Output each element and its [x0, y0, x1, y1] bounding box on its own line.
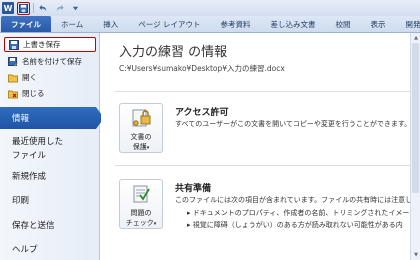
scrollbar-thumb[interactable] [412, 43, 419, 193]
protect-document-label-line1: 文書の [130, 133, 152, 141]
nav-recent-label-line2: ファイル [12, 151, 47, 161]
protect-document-label-line2: 保護 [132, 143, 147, 151]
divider [115, 91, 415, 92]
close-command-label: 閉じる [22, 89, 45, 98]
save-command-label: 上書き保存 [23, 40, 61, 49]
nav-save-send[interactable]: 保存と送信 [0, 219, 100, 231]
lock-key-icon [130, 108, 152, 130]
undo-icon[interactable] [37, 2, 50, 15]
document-path: C:¥Users¥sumako¥Desktop¥入力の練習.docx [119, 64, 285, 73]
open-folder-icon [8, 73, 18, 83]
divider [115, 165, 415, 166]
prepare-sharing-text: このファイルには次の項目が含まれています。ファイルの共有時には注意し [175, 196, 413, 204]
tab-references[interactable]: 参考資料 [211, 16, 261, 32]
nav-info[interactable]: 情報 [0, 107, 104, 129]
scroll-up-icon[interactable]: ▲ [412, 34, 420, 42]
backstage-nav: 上書き保存 名前を付けて保存 開く 閉じる 情報 最近使用した ファイル 新規作… [0, 33, 104, 260]
prepare-sharing-heading: 共有準備 [175, 184, 212, 194]
nav-recent[interactable]: 最近使用した ファイル [0, 135, 100, 161]
permissions-text: すべてのユーザーがこの文書を開いてコピーや変更を行うことができます。 [175, 120, 412, 128]
redo-icon[interactable] [53, 2, 66, 15]
word-app-icon[interactable]: W [2, 2, 14, 14]
customize-toolbar-icon[interactable] [69, 2, 82, 15]
prepare-bullet: ▸ ドキュメントのプロパティ、作成者の名前、トリミングされたイメージ デ [187, 208, 420, 218]
check-issues-caret: ▾ [153, 221, 157, 227]
prepare-bullet-text: 視覚に障碍（しょうがい）のある方が読み取れない可能性がある内 [192, 221, 403, 229]
tab-view[interactable]: 表示 [361, 16, 396, 32]
open-command[interactable]: 開く [4, 70, 96, 85]
save-command[interactable]: 上書き保存 [4, 37, 96, 52]
vertical-scrollbar[interactable]: ▲ ▼ [410, 33, 420, 260]
quick-save-icon[interactable] [17, 1, 30, 15]
info-panel: 入力の練習 の情報 C:¥Users¥sumako¥Desktop¥入力の練習.… [101, 33, 420, 260]
save-as-command-label: 名前を付けて保存 [22, 57, 82, 66]
tab-page-layout[interactable]: ページ レイアウト [128, 16, 210, 32]
nav-info-label: 情報 [12, 114, 30, 124]
save-as-command[interactable]: 名前を付けて保存 [4, 54, 96, 69]
check-for-issues-button[interactable]: 問題の チェック▾ [119, 179, 163, 229]
tab-home[interactable]: ホーム [51, 16, 93, 32]
save-icon [9, 39, 19, 50]
check-issues-label-line2: チェック [125, 219, 154, 227]
tab-review[interactable]: 校閲 [326, 16, 361, 32]
inspect-document-icon [130, 184, 152, 206]
nav-new[interactable]: 新規作成 [0, 170, 100, 182]
nav-help[interactable]: ヘルプ [0, 243, 100, 255]
tab-mailings[interactable]: 差し込み文書 [261, 16, 326, 32]
nav-print[interactable]: 印刷 [0, 194, 100, 206]
prepare-bullet: ▸ 視覚に障碍（しょうがい）のある方が読み取れない可能性がある内 [187, 221, 403, 229]
toolbar-separator [33, 3, 34, 13]
protect-document-button[interactable]: 文書の 保護▾ [119, 103, 163, 153]
save-as-icon [8, 56, 18, 67]
close-folder-icon [8, 89, 18, 99]
page-title: 入力の練習 の情報 [119, 45, 228, 60]
open-command-label: 開く [22, 73, 37, 82]
tab-developer[interactable]: 開発 [396, 16, 420, 32]
tab-insert[interactable]: 挿入 [93, 16, 128, 32]
permissions-heading: アクセス許可 [175, 108, 229, 118]
ribbon-tab-bar: ファイル ホーム 挿入 ページ レイアウト 参考資料 差し込み文書 校閲 表示 … [0, 16, 420, 33]
close-command[interactable]: 閉じる [4, 86, 96, 101]
scroll-down-icon[interactable]: ▼ [412, 251, 420, 259]
check-issues-label-line1: 問題の [130, 209, 152, 217]
prepare-bullet-text: ドキュメントのプロパティ、作成者の名前、トリミングされたイメージ デ [192, 209, 420, 217]
protect-caret: ▾ [146, 145, 150, 151]
tab-file[interactable]: ファイル [1, 16, 51, 32]
quick-access-toolbar: W [0, 0, 420, 16]
nav-recent-label-line1: 最近使用した [12, 137, 64, 147]
